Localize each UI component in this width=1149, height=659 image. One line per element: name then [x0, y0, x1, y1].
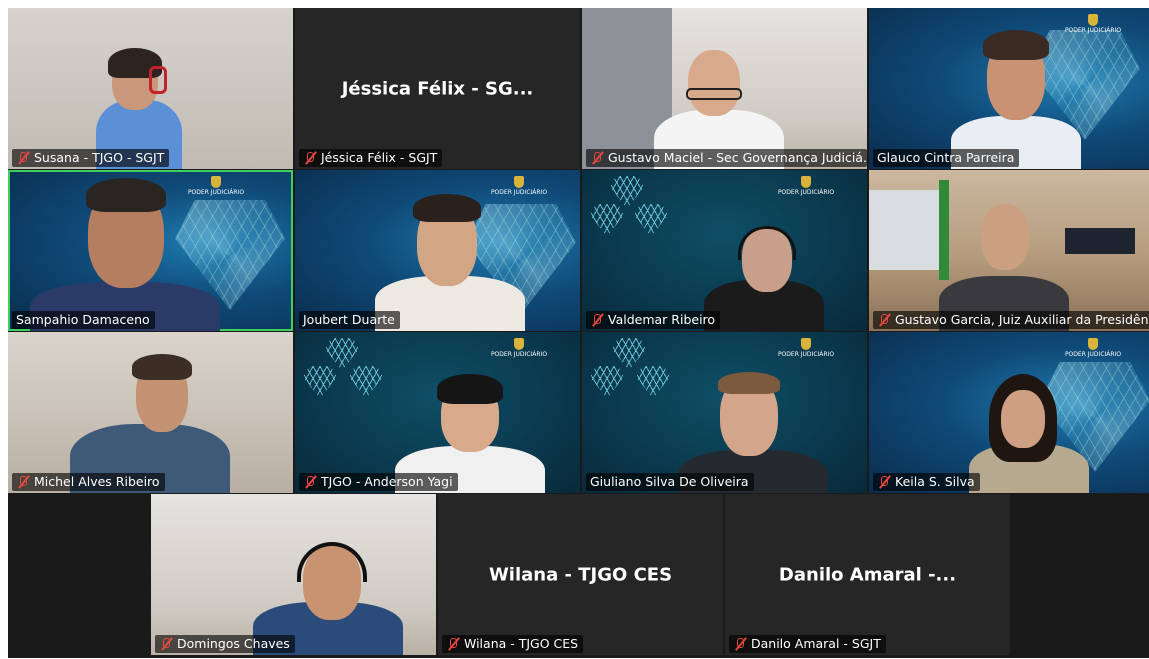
- participant-tile[interactable]: PODER JUDICIÁRIO Valdemar Ribeiro: [582, 170, 867, 331]
- diamond-graphic: [634, 204, 668, 236]
- participant-name: Glauco Cintra Parreira: [873, 149, 1020, 167]
- participant-name: Jéssica Félix - SGJT: [299, 149, 443, 167]
- mic-muted-icon: [159, 637, 173, 651]
- mic-muted-icon: [303, 151, 317, 165]
- participant-display-name: Wilana - TJGO CES: [488, 564, 673, 585]
- hair: [718, 372, 780, 394]
- monitors: [1065, 228, 1135, 254]
- diamond-graphic: [590, 204, 624, 236]
- hair: [437, 374, 503, 404]
- participant-tile[interactable]: Domingos Chaves: [151, 494, 436, 655]
- diamond-graphic: [610, 176, 644, 208]
- participant-tile[interactable]: Michel Alves Ribeiro: [8, 332, 293, 493]
- diamond-graphic: [349, 366, 383, 398]
- participant-tile[interactable]: Susana - TJGO - SGJT: [8, 8, 293, 169]
- participant-tile[interactable]: Wilana - TJGO CES Wilana - TJGO CES: [438, 494, 723, 655]
- headset-icon: [297, 542, 367, 582]
- participant-tile[interactable]: PODER JUDICIÁRIO TJGO - Anderson Yagi: [295, 332, 580, 493]
- participant-display-name: Danilo Amaral -...: [778, 564, 957, 585]
- mic-muted-icon: [446, 637, 460, 651]
- glasses-icon: [686, 88, 742, 100]
- court-logo: PODER JUDICIÁRIO: [1058, 14, 1128, 35]
- mic-muted-icon: [303, 475, 317, 489]
- court-logo: PODER JUDICIÁRIO: [1058, 338, 1128, 359]
- participant-tile[interactable]: PODER JUDICIÁRIO Giuliano Silva De Olive…: [582, 332, 867, 493]
- participant-tile[interactable]: PODER JUDICIÁRIO Glauco Cintra Parreira: [869, 8, 1149, 169]
- flag: [939, 180, 949, 280]
- diamond-graphic: [303, 366, 337, 398]
- participant-display-name: Jéssica Félix - SG...: [341, 78, 534, 99]
- mic-muted-icon: [590, 151, 604, 165]
- mic-muted-icon: [16, 151, 30, 165]
- participant-tile[interactable]: Jéssica Félix - SG... Jéssica Félix - SG…: [295, 8, 580, 169]
- mic-muted-icon: [877, 475, 891, 489]
- participant-tile[interactable]: Gustavo Garcia, Juiz Auxiliar da Presidê…: [869, 170, 1149, 331]
- participant-tile[interactable]: PODER JUDICIÁRIO Joubert Duarte: [295, 170, 580, 331]
- participant-name: Sampahio Damaceno: [12, 311, 155, 329]
- person-silhouette: [688, 50, 740, 116]
- court-logo: PODER JUDICIÁRIO: [181, 176, 251, 197]
- participant-name: Valdemar Ribeiro: [586, 311, 721, 329]
- participant-name: Giuliano Silva De Oliveira: [586, 473, 754, 491]
- diamond-graphic: [325, 338, 359, 370]
- participant-name: Keila S. Silva: [873, 473, 980, 491]
- participant-tile[interactable]: PODER JUDICIÁRIO Keila S. Silva: [869, 332, 1149, 493]
- participant-name: Gustavo Garcia, Juiz Auxiliar da Presidê…: [873, 311, 1149, 329]
- participant-name: Danilo Amaral - SGJT: [729, 635, 886, 653]
- diamond-graphic: [590, 366, 624, 398]
- participant-name: Michel Alves Ribeiro: [12, 473, 165, 491]
- participant-name: Susana - TJGO - SGJT: [12, 149, 170, 167]
- court-logo: PODER JUDICIÁRIO: [771, 176, 841, 197]
- court-logo: PODER JUDICIÁRIO: [771, 338, 841, 359]
- court-logo: PODER JUDICIÁRIO: [484, 176, 554, 197]
- diamond-graphic: [636, 366, 670, 398]
- person-silhouette: [981, 204, 1029, 270]
- hair: [132, 354, 192, 380]
- participant-tile[interactable]: Gustavo Maciel - Sec Governança Judiciá.…: [582, 8, 867, 169]
- participant-name: TJGO - Anderson Yagi: [299, 473, 458, 491]
- participant-name: Joubert Duarte: [299, 311, 400, 329]
- mic-muted-icon: [733, 637, 747, 651]
- person-silhouette: [1001, 390, 1045, 448]
- headset-icon: [738, 226, 796, 260]
- diamond-graphic: [612, 338, 646, 370]
- participant-tile-active-speaker[interactable]: PODER JUDICIÁRIO Sampahio Damaceno: [8, 170, 293, 331]
- gallery-grid: Susana - TJGO - SGJT Jéssica Félix - SG.…: [8, 8, 1149, 658]
- hair: [86, 178, 166, 212]
- window: [869, 190, 939, 270]
- participant-name: Gustavo Maciel - Sec Governança Judiciá.…: [586, 149, 867, 167]
- participant-tile[interactable]: Danilo Amaral -... Danilo Amaral - SGJT: [725, 494, 1010, 655]
- hair: [413, 194, 481, 222]
- participant-name: Domingos Chaves: [155, 635, 295, 653]
- court-logo: PODER JUDICIÁRIO: [484, 338, 554, 359]
- participant-name: Wilana - TJGO CES: [442, 635, 584, 653]
- hair: [983, 30, 1049, 60]
- mic-muted-icon: [16, 475, 30, 489]
- mic-muted-icon: [877, 313, 891, 327]
- mic-muted-icon: [590, 313, 604, 327]
- headset-icon: [149, 66, 167, 94]
